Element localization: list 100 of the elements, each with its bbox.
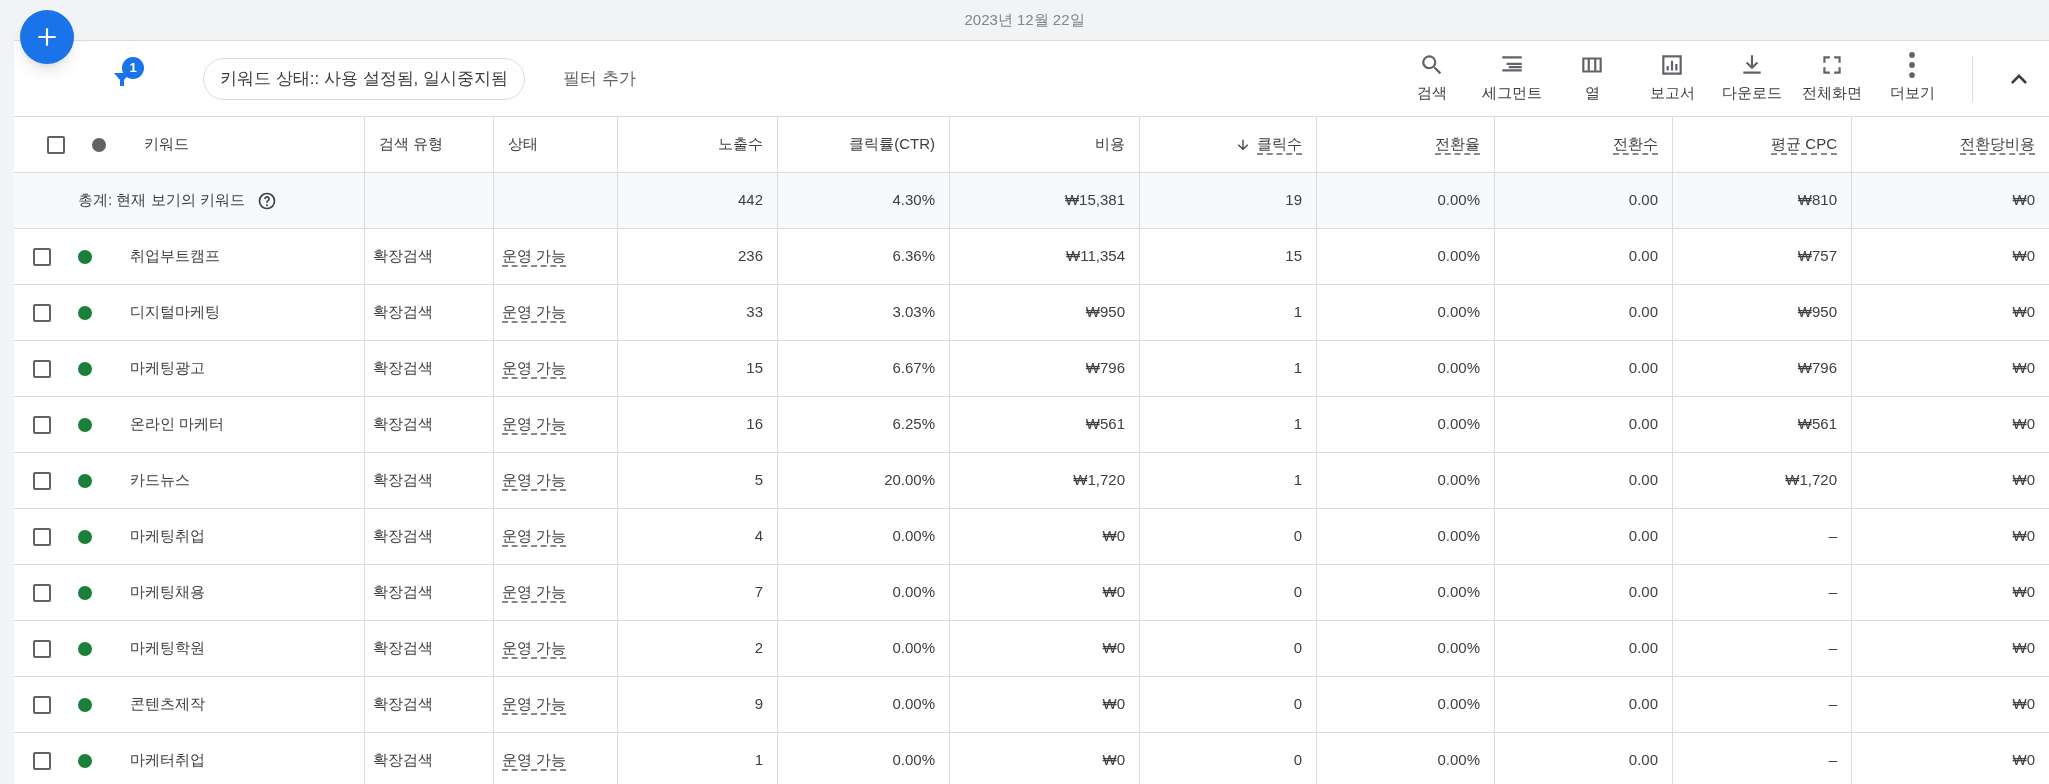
checkbox[interactable] — [33, 247, 51, 266]
toolbar-button[interactable]: 보고서 — [1632, 52, 1712, 105]
checkbox[interactable] — [33, 695, 51, 714]
table-cell: 확장검색 — [365, 509, 494, 565]
table-cell: 0.00% — [1317, 341, 1495, 397]
help-icon[interactable] — [256, 190, 277, 211]
keyword-link[interactable]: 마케팅채용 — [130, 581, 205, 604]
table-cell: 0.00% — [1317, 565, 1495, 621]
table-cell: ₩796 — [1673, 341, 1852, 397]
keyword-link[interactable]: 카드뉴스 — [130, 469, 190, 492]
table-cell: 5 — [618, 453, 778, 509]
table-cell: 20.00% — [778, 453, 950, 509]
table-cell: 0.00 — [1495, 341, 1673, 397]
toolbar-button[interactable]: 열 — [1552, 52, 1632, 105]
table-cell: 0.00% — [1317, 285, 1495, 341]
checkbox[interactable] — [33, 751, 51, 770]
checkbox[interactable] — [47, 135, 65, 154]
checkbox[interactable] — [33, 359, 51, 378]
table-cell: 0.00% — [1317, 509, 1495, 565]
table-cell: 0.00% — [778, 621, 950, 677]
status-link[interactable]: 운영 가능 — [502, 301, 567, 324]
table-cell: 0.00 — [1495, 677, 1673, 733]
table-cell: 15 — [618, 341, 778, 397]
keyword-link[interactable]: 디지털마케팅 — [130, 301, 220, 324]
column-header[interactable]: 전환수 — [1613, 133, 1658, 156]
table-cell: 확장검색 — [365, 229, 494, 285]
column-header[interactable]: 전환율 — [1435, 133, 1480, 156]
status-link[interactable]: 운영 가능 — [502, 469, 567, 492]
table-cell: 442 — [618, 173, 778, 229]
toolbar-button[interactable]: 검색 — [1392, 52, 1472, 105]
add-button[interactable] — [20, 10, 74, 64]
status-link[interactable]: 운영 가능 — [502, 637, 567, 660]
column-header[interactable]: 노출수 — [718, 133, 763, 156]
table-cell: 7 — [618, 565, 778, 621]
status-link[interactable]: 운영 가능 — [502, 749, 567, 772]
keyword-link[interactable]: 마케팅광고 — [130, 357, 205, 380]
table-cell: ₩810 — [1673, 173, 1852, 229]
table-cell: 9 — [618, 677, 778, 733]
table-cell: 1 — [1140, 341, 1317, 397]
table-cell: 0.00 — [1495, 509, 1673, 565]
table-cell: 확장검색 — [365, 453, 494, 509]
table-cell: 확장검색 — [365, 341, 494, 397]
filter-button[interactable]: 1 — [102, 58, 142, 99]
checkbox[interactable] — [33, 471, 51, 490]
column-header[interactable]: 키워드 — [144, 133, 189, 156]
table-cell: 15 — [1140, 229, 1317, 285]
table-cell: ₩0 — [950, 677, 1140, 733]
status-link[interactable]: 운영 가능 — [502, 525, 567, 548]
status-link[interactable]: 운영 가능 — [502, 581, 567, 604]
toolbar-button[interactable]: 더보기 — [1872, 52, 1952, 105]
table-cell: ₩0 — [950, 509, 1140, 565]
table-cell: 0.00 — [1495, 229, 1673, 285]
status-link[interactable]: 운영 가능 — [502, 693, 567, 716]
table-cell: – — [1673, 677, 1852, 733]
table-cell: 33 — [618, 285, 778, 341]
checkbox[interactable] — [33, 583, 51, 602]
keyword-link[interactable]: 마케팅학원 — [130, 637, 205, 660]
table-cell: 확장검색 — [365, 285, 494, 341]
table-cell: 확장검색 — [365, 397, 494, 453]
toolbar-button[interactable]: 세그먼트 — [1472, 52, 1552, 105]
table-cell: ₩0 — [1852, 173, 2049, 229]
toolbar-button[interactable]: 전체화면 — [1792, 52, 1872, 105]
table-cell: 0.00% — [1317, 453, 1495, 509]
column-header[interactable]: 검색 유형 — [379, 133, 444, 156]
toolbar-button[interactable]: 다운로드 — [1712, 52, 1792, 105]
status-link[interactable]: 운영 가능 — [502, 413, 567, 436]
table-cell: 0.00% — [1317, 677, 1495, 733]
table-cell: 0.00 — [1495, 397, 1673, 453]
table-cell: 0.00% — [1317, 229, 1495, 285]
checkbox[interactable] — [33, 415, 51, 434]
table-cell: 확장검색 — [365, 565, 494, 621]
table-cell: 6.25% — [778, 397, 950, 453]
status-link[interactable]: 운영 가능 — [502, 357, 567, 380]
table-cell: ₩950 — [950, 285, 1140, 341]
filter-count-badge: 1 — [122, 56, 144, 79]
column-header[interactable]: 클릭률(CTR) — [849, 133, 935, 156]
keyword-link[interactable]: 취업부트캠프 — [130, 245, 220, 268]
checkbox[interactable] — [33, 639, 51, 658]
table-cell: ₩561 — [950, 397, 1140, 453]
table-cell: 0 — [1140, 509, 1317, 565]
keyword-link[interactable]: 콘텐츠제작 — [130, 693, 205, 716]
checkbox[interactable] — [33, 303, 51, 322]
keyword-link[interactable]: 마케터취업 — [130, 749, 205, 772]
table-cell: ₩796 — [950, 341, 1140, 397]
column-header[interactable]: 상태 — [508, 133, 538, 156]
checkbox[interactable] — [33, 527, 51, 546]
column-header[interactable]: 비용 — [1095, 133, 1125, 156]
add-filter-button[interactable]: 필터 추가 — [551, 57, 648, 100]
status-link[interactable]: 운영 가능 — [502, 245, 567, 268]
keyword-link[interactable]: 마케팅취업 — [130, 525, 205, 548]
table-cell: 0 — [1140, 677, 1317, 733]
table-cell: 0.00% — [778, 677, 950, 733]
table-cell: ₩0 — [950, 621, 1140, 677]
table-cell: 0.00 — [1495, 173, 1673, 229]
column-header[interactable]: 클릭수 — [1257, 133, 1302, 156]
column-header[interactable]: 평균 CPC — [1771, 133, 1837, 156]
chevron-up-icon — [2011, 73, 2027, 84]
table-cell: 6.67% — [778, 341, 950, 397]
keyword-link[interactable]: 온라인 마케터 — [130, 413, 225, 436]
column-header[interactable]: 전환당비용 — [1960, 133, 2035, 156]
